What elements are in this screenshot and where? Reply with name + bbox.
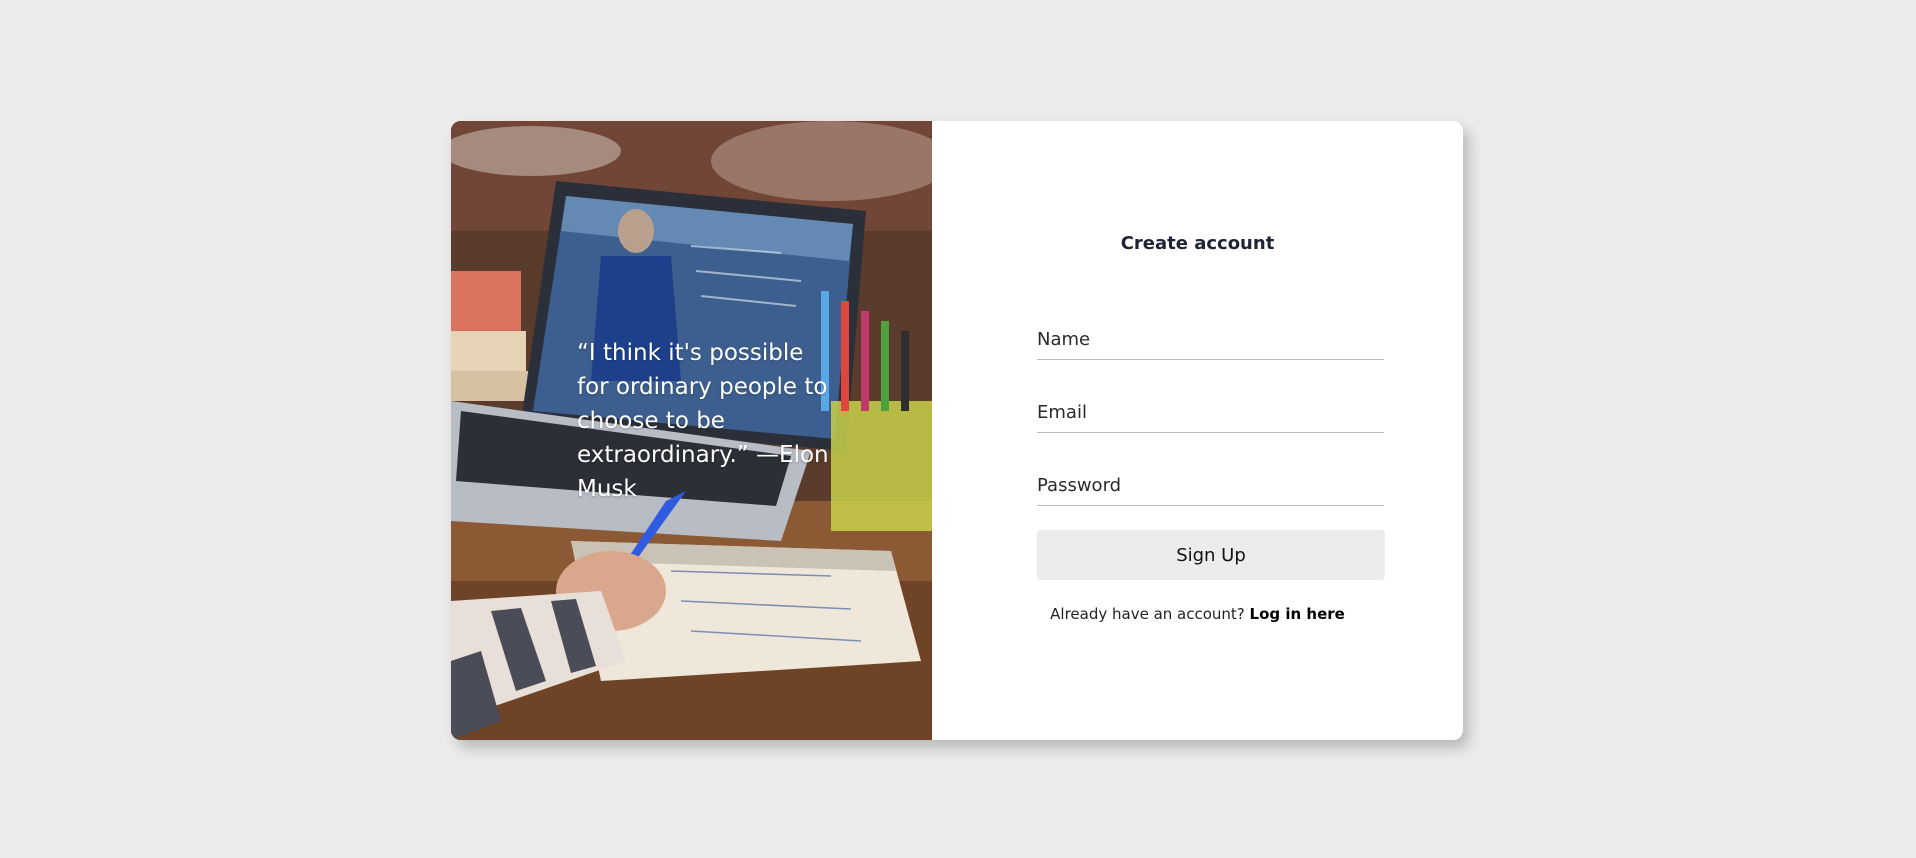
signup-card: “I think it's possible for ordinary peop… bbox=[451, 121, 1463, 740]
signup-form: Create account Sign Up Already have an a… bbox=[932, 121, 1463, 740]
form-title: Create account bbox=[1120, 233, 1275, 254]
password-input[interactable] bbox=[1037, 465, 1384, 506]
quote-text: “I think it's possible for ordinary peop… bbox=[577, 340, 829, 502]
email-input[interactable] bbox=[1037, 392, 1384, 433]
sign-up-button[interactable]: Sign Up bbox=[1037, 530, 1385, 580]
login-prompt-line: Already have an account? Log in here bbox=[932, 605, 1463, 623]
hero-image: “I think it's possible for ordinary peop… bbox=[451, 121, 932, 740]
name-input[interactable] bbox=[1037, 319, 1384, 360]
login-prompt-text: Already have an account? bbox=[1050, 605, 1245, 623]
login-link[interactable]: Log in here bbox=[1250, 605, 1345, 623]
